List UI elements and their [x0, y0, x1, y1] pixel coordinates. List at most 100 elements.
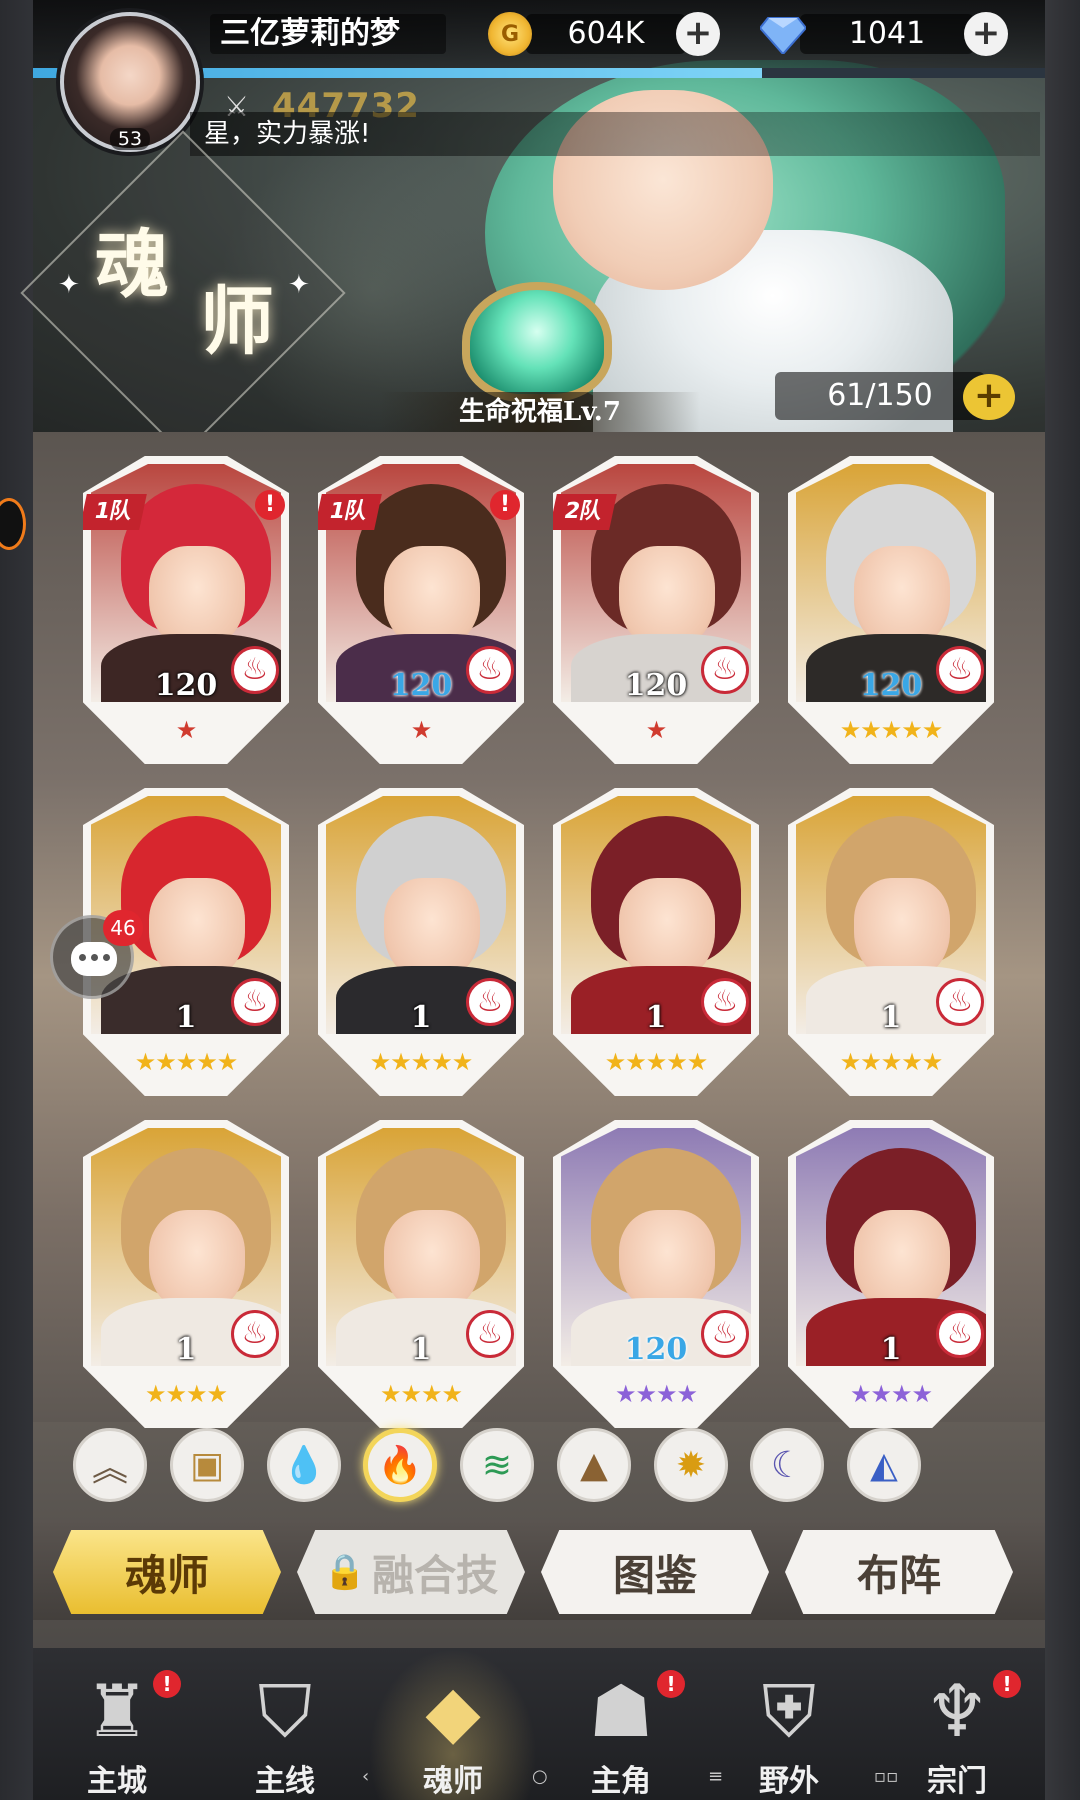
- fire-element-icon: ♨: [231, 1310, 279, 1358]
- team-tag: 2队: [553, 494, 617, 530]
- player-avatar[interactable]: 53: [60, 12, 200, 152]
- nav-alert-dot: !: [153, 1670, 181, 1698]
- hero-stars: ★★★★: [144, 1380, 228, 1408]
- hero-card[interactable]: 1 ♨ ★★★★: [318, 1120, 524, 1428]
- arcane-icon: ◭: [870, 1444, 898, 1486]
- diamond-icon: [760, 17, 806, 54]
- hero-stars: ★: [645, 716, 668, 744]
- add-coins-button[interactable]: +: [676, 12, 720, 56]
- chat-button[interactable]: 46: [50, 910, 143, 999]
- fire-element-icon: ♨: [701, 978, 749, 1026]
- nav-label: 主角: [591, 1764, 651, 1799]
- hero-stars: ★★★★★: [134, 1048, 239, 1076]
- hero-card[interactable]: 1 ♨ ★★★★: [788, 1120, 994, 1428]
- page-title-char-2: 师: [200, 279, 274, 365]
- nav-label: 主城: [87, 1764, 147, 1799]
- nav-alert-dot: !: [993, 1670, 1021, 1698]
- hero-stars: ★★★★★: [839, 716, 944, 744]
- nav-item-2[interactable]: ⛉ 主线: [201, 1648, 369, 1800]
- nav-item-4[interactable]: ☗ 主角!: [537, 1648, 705, 1800]
- sparkle-icon: ✦: [58, 270, 80, 300]
- nav-icon: ♆: [924, 1669, 990, 1753]
- wind-filter-button[interactable]: ≋: [460, 1428, 534, 1502]
- sparkle-icon: ✦: [288, 270, 310, 300]
- add-gems-button[interactable]: +: [964, 12, 1008, 56]
- coin-counter: G 604K +: [488, 12, 720, 56]
- hero-stars: ★★★★★: [604, 1048, 709, 1076]
- fire-element-icon: ♨: [466, 978, 514, 1026]
- system-home-icon[interactable]: ○: [532, 1766, 548, 1787]
- fire-element-icon: ♨: [936, 978, 984, 1026]
- coin-amount: 604K: [526, 14, 686, 54]
- hero-card[interactable]: 1 ♨ ★★★★★: [788, 788, 994, 1096]
- hero-card[interactable]: 1 ♨ ★★★★★: [553, 788, 759, 1096]
- light-filter-button[interactable]: ✹: [654, 1428, 728, 1502]
- fire-element-icon: ♨: [701, 646, 749, 694]
- nav-label: 野外: [759, 1764, 819, 1799]
- nav-item-1[interactable]: ♜ 主城!: [33, 1648, 201, 1800]
- hero-stars: ★★★★★: [839, 1048, 944, 1076]
- alert-dot: !: [255, 490, 285, 520]
- player-name: 三亿萝莉的梦: [210, 14, 446, 54]
- player-level: 53: [109, 128, 151, 150]
- water-icon: 💧: [281, 1445, 327, 1486]
- hero-stars: ★: [410, 716, 433, 744]
- fire-element-icon: ♨: [701, 1310, 749, 1358]
- hero-card[interactable]: 1 ♨ ★★★★: [83, 1120, 289, 1428]
- tab-3[interactable]: 图鉴: [541, 1530, 769, 1614]
- nav-label: 主线: [255, 1764, 315, 1799]
- tab-2[interactable]: 🔒 融合技: [297, 1530, 525, 1614]
- nav-item-3[interactable]: ◆ 魂师: [369, 1648, 537, 1800]
- nav-icon: ⛉: [257, 1669, 312, 1753]
- life-blessing-potion-icon[interactable]: [462, 282, 612, 402]
- earth-filter-button[interactable]: ▲: [557, 1428, 631, 1502]
- hero-card[interactable]: 1 ♨ ★★★★★: [318, 788, 524, 1096]
- hero-card[interactable]: 120 ♨ ★★★★: [553, 1120, 759, 1428]
- water-filter-button[interactable]: 💧: [267, 1428, 341, 1502]
- hero-stars: ★★★★: [849, 1380, 933, 1408]
- tab-label: 图鉴: [612, 1550, 697, 1600]
- system-menu-icon[interactable]: ≡: [708, 1766, 723, 1787]
- hero-card[interactable]: 120 ♨ ★★★★★: [788, 456, 994, 764]
- tab-4[interactable]: 布阵: [785, 1530, 1013, 1614]
- hero-stars: ★★★★: [379, 1380, 463, 1408]
- fire-element-icon: ♨: [936, 1310, 984, 1358]
- nav-icon: ♜: [84, 1669, 150, 1753]
- lock-icon: 🔒: [323, 1552, 367, 1592]
- fire-element-icon: ♨: [466, 646, 514, 694]
- fire-element-icon: ♨: [466, 1310, 514, 1358]
- hero-card[interactable]: 120 ♨ ★ 1队!: [83, 456, 289, 764]
- chat-bubble-icon: [71, 942, 117, 976]
- pet-float-icon[interactable]: [0, 498, 26, 550]
- dark-filter-button[interactable]: ☾: [750, 1428, 824, 1502]
- hero-capacity: 61/150: [775, 372, 985, 420]
- system-recent-icon[interactable]: ▫▫: [874, 1766, 898, 1787]
- earth-icon: ▲: [580, 1444, 608, 1486]
- life-blessing-label: 生命祝福Lv.7: [380, 392, 700, 432]
- tab-label: 布阵: [856, 1550, 941, 1600]
- hero-stars: ★★★★★: [369, 1048, 474, 1076]
- box-filter-button[interactable]: ▣: [170, 1428, 244, 1502]
- system-back-icon[interactable]: ‹: [362, 1766, 369, 1787]
- nav-item-5[interactable]: ⛨ 野外: [705, 1648, 873, 1800]
- expand-capacity-button[interactable]: +: [963, 374, 1015, 420]
- hero-stars: ★★★★: [614, 1380, 698, 1408]
- hero-card[interactable]: 120 ♨ ★ 2队: [553, 456, 759, 764]
- nav-icon: ◆: [425, 1669, 481, 1753]
- gem-amount: 1041: [800, 14, 974, 54]
- arcane-filter-button[interactable]: ◭: [847, 1428, 921, 1502]
- nav-label: 魂师: [423, 1764, 483, 1799]
- fire-filter-button[interactable]: 🔥: [363, 1428, 437, 1502]
- coin-icon: G: [488, 12, 532, 56]
- wind-icon: ≋: [481, 1444, 513, 1486]
- news-ticker: 星，实力暴涨!: [190, 112, 1040, 156]
- tab-1[interactable]: 魂师: [53, 1530, 281, 1614]
- box-icon: ▣: [189, 1444, 224, 1486]
- light-icon: ✹: [675, 1444, 707, 1486]
- nav-icon: ⛨: [761, 1669, 816, 1753]
- gem-counter: 1041 +: [760, 12, 1008, 56]
- hero-card[interactable]: 120 ♨ ★ 1队!: [318, 456, 524, 764]
- fire-element-icon: ♨: [231, 646, 279, 694]
- section-tabs: 魂师 🔒 融合技 图鉴 布阵: [33, 1520, 1045, 1620]
- rank-filter-button[interactable]: ︽: [73, 1428, 147, 1502]
